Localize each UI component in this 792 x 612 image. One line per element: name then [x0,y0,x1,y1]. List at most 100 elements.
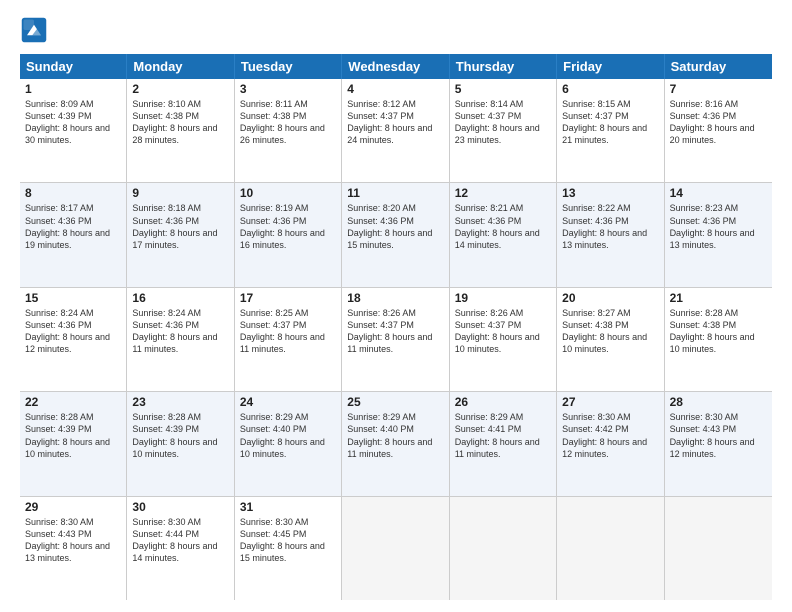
day-number: 31 [240,500,336,514]
calendar-cell-day-25: 25Sunrise: 8:29 AMSunset: 4:40 PMDayligh… [342,392,449,495]
day-number: 1 [25,82,121,96]
calendar-cell-day-24: 24 Sunrise: 8:29 AMSunset: 4:40 PMDayligh… [235,392,342,495]
cell-info: Sunrise: 8:18 AMSunset: 4:36 PMDaylight:… [132,202,228,251]
day-number: 19 [455,291,551,305]
weekday-header-sunday: Sunday [20,54,127,79]
day-number: 13 [562,186,658,200]
cell-info: Sunrise: 8:28 AMSunset: 4:39 PMDaylight:… [132,411,228,460]
day-number: 9 [132,186,228,200]
calendar-cell-day-13: 13 Sunrise: 8:22 AMSunset: 4:36 PMDayligh… [557,183,664,286]
day-number: 7 [670,82,767,96]
calendar-cell-day-7: 7 Sunrise: 8:16 AMSunset: 4:36 PMDaylight… [665,79,772,182]
calendar-week-5: 29Sunrise: 8:30 AMSunset: 4:43 PMDayligh… [20,497,772,600]
calendar-cell-day-22: 22Sunrise: 8:28 AMSunset: 4:39 PMDayligh… [20,392,127,495]
calendar-cell-day-6: 6 Sunrise: 8:15 AMSunset: 4:37 PMDaylight… [557,79,664,182]
calendar-week-2: 8Sunrise: 8:17 AMSunset: 4:36 PMDaylight… [20,183,772,287]
calendar-cell-day-1: 1 Sunrise: 8:09 AMSunset: 4:39 PMDaylight… [20,79,127,182]
day-number: 10 [240,186,336,200]
calendar-cell-day-12: 12Sunrise: 8:21 AMSunset: 4:36 PMDayligh… [450,183,557,286]
logo [20,16,52,44]
header [20,16,772,44]
cell-info: Sunrise: 8:15 AMSunset: 4:37 PMDaylight:… [562,98,658,147]
calendar-cell-day-4: 4 Sunrise: 8:12 AMSunset: 4:37 PMDaylight… [342,79,449,182]
day-number: 11 [347,186,443,200]
calendar-cell-day-30: 30 Sunrise: 8:30 AMSunset: 4:44 PMDayligh… [127,497,234,600]
cell-info: Sunrise: 8:11 AMSunset: 4:38 PMDaylight:… [240,98,336,147]
calendar-cell-day-26: 26 Sunrise: 8:29 AMSunset: 4:41 PMDayligh… [450,392,557,495]
calendar-cell-day-3: 3Sunrise: 8:11 AMSunset: 4:38 PMDaylight… [235,79,342,182]
calendar-body: 1 Sunrise: 8:09 AMSunset: 4:39 PMDaylight… [20,79,772,600]
weekday-header-saturday: Saturday [665,54,772,79]
day-number: 4 [347,82,443,96]
day-number: 2 [132,82,228,96]
calendar-cell-day-8: 8Sunrise: 8:17 AMSunset: 4:36 PMDaylight… [20,183,127,286]
page: SundayMondayTuesdayWednesdayThursdayFrid… [0,0,792,612]
calendar-header-row: SundayMondayTuesdayWednesdayThursdayFrid… [20,54,772,79]
calendar-cell-day-14: 14Sunrise: 8:23 AMSunset: 4:36 PMDayligh… [665,183,772,286]
day-number: 17 [240,291,336,305]
day-number: 16 [132,291,228,305]
calendar-cell-day-27: 27 Sunrise: 8:30 AMSunset: 4:42 PMDayligh… [557,392,664,495]
day-number: 23 [132,395,228,409]
cell-info: Sunrise: 8:19 AMSunset: 4:36 PMDaylight:… [240,202,336,251]
cell-info: Sunrise: 8:30 AMSunset: 4:42 PMDaylight:… [562,411,658,460]
day-number: 25 [347,395,443,409]
cell-info: Sunrise: 8:24 AMSunset: 4:36 PMDaylight:… [25,307,121,356]
calendar: SundayMondayTuesdayWednesdayThursdayFrid… [20,54,772,600]
cell-info: Sunrise: 8:30 AMSunset: 4:45 PMDaylight:… [240,516,336,565]
cell-info: Sunrise: 8:25 AMSunset: 4:37 PMDaylight:… [240,307,336,356]
calendar-cell-day-29: 29Sunrise: 8:30 AMSunset: 4:43 PMDayligh… [20,497,127,600]
cell-info: Sunrise: 8:10 AMSunset: 4:38 PMDaylight:… [132,98,228,147]
day-number: 26 [455,395,551,409]
day-number: 27 [562,395,658,409]
cell-info: Sunrise: 8:14 AMSunset: 4:37 PMDaylight:… [455,98,551,147]
day-number: 24 [240,395,336,409]
weekday-header-wednesday: Wednesday [342,54,449,79]
calendar-cell-day-17: 17 Sunrise: 8:25 AMSunset: 4:37 PMDayligh… [235,288,342,391]
cell-info: Sunrise: 8:27 AMSunset: 4:38 PMDaylight:… [562,307,658,356]
weekday-header-tuesday: Tuesday [235,54,342,79]
cell-info: Sunrise: 8:30 AMSunset: 4:43 PMDaylight:… [25,516,121,565]
day-number: 20 [562,291,658,305]
calendar-cell-day-2: 2 Sunrise: 8:10 AMSunset: 4:38 PMDaylight… [127,79,234,182]
calendar-cell-day-28: 28 Sunrise: 8:30 AMSunset: 4:43 PMDayligh… [665,392,772,495]
cell-info: Sunrise: 8:23 AMSunset: 4:36 PMDaylight:… [670,202,767,251]
cell-info: Sunrise: 8:26 AMSunset: 4:37 PMDaylight:… [455,307,551,356]
weekday-header-friday: Friday [557,54,664,79]
calendar-week-4: 22Sunrise: 8:28 AMSunset: 4:39 PMDayligh… [20,392,772,496]
weekday-header-monday: Monday [127,54,234,79]
cell-info: Sunrise: 8:29 AMSunset: 4:40 PMDaylight:… [240,411,336,460]
day-number: 6 [562,82,658,96]
cell-info: Sunrise: 8:30 AMSunset: 4:44 PMDaylight:… [132,516,228,565]
cell-info: Sunrise: 8:29 AMSunset: 4:41 PMDaylight:… [455,411,551,460]
day-number: 21 [670,291,767,305]
calendar-cell-empty [557,497,664,600]
day-number: 5 [455,82,551,96]
calendar-cell-empty [342,497,449,600]
calendar-cell-day-31: 31 Sunrise: 8:30 AMSunset: 4:45 PMDayligh… [235,497,342,600]
calendar-cell-day-5: 5 Sunrise: 8:14 AMSunset: 4:37 PMDaylight… [450,79,557,182]
cell-info: Sunrise: 8:28 AMSunset: 4:39 PMDaylight:… [25,411,121,460]
day-number: 28 [670,395,767,409]
calendar-cell-day-19: 19 Sunrise: 8:26 AMSunset: 4:37 PMDayligh… [450,288,557,391]
calendar-cell-day-21: 21 Sunrise: 8:28 AMSunset: 4:38 PMDayligh… [665,288,772,391]
cell-info: Sunrise: 8:21 AMSunset: 4:36 PMDaylight:… [455,202,551,251]
cell-info: Sunrise: 8:09 AMSunset: 4:39 PMDaylight:… [25,98,121,147]
cell-info: Sunrise: 8:16 AMSunset: 4:36 PMDaylight:… [670,98,767,147]
calendar-week-1: 1 Sunrise: 8:09 AMSunset: 4:39 PMDaylight… [20,79,772,183]
cell-info: Sunrise: 8:22 AMSunset: 4:36 PMDaylight:… [562,202,658,251]
cell-info: Sunrise: 8:20 AMSunset: 4:36 PMDaylight:… [347,202,443,251]
cell-info: Sunrise: 8:30 AMSunset: 4:43 PMDaylight:… [670,411,767,460]
weekday-header-thursday: Thursday [450,54,557,79]
day-number: 15 [25,291,121,305]
calendar-cell-day-9: 9 Sunrise: 8:18 AMSunset: 4:36 PMDaylight… [127,183,234,286]
day-number: 30 [132,500,228,514]
calendar-cell-empty [665,497,772,600]
cell-info: Sunrise: 8:28 AMSunset: 4:38 PMDaylight:… [670,307,767,356]
calendar-week-3: 15 Sunrise: 8:24 AMSunset: 4:36 PMDayligh… [20,288,772,392]
calendar-cell-day-20: 20 Sunrise: 8:27 AMSunset: 4:38 PMDayligh… [557,288,664,391]
cell-info: Sunrise: 8:24 AMSunset: 4:36 PMDaylight:… [132,307,228,356]
cell-info: Sunrise: 8:12 AMSunset: 4:37 PMDaylight:… [347,98,443,147]
logo-icon [20,16,48,44]
calendar-cell-day-23: 23 Sunrise: 8:28 AMSunset: 4:39 PMDayligh… [127,392,234,495]
